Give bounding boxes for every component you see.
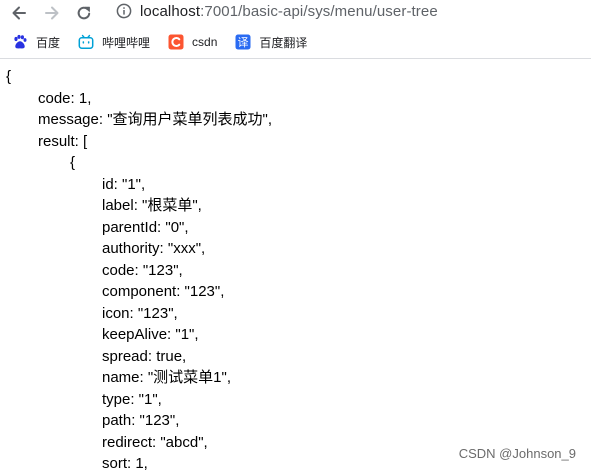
baidu-paw-icon — [12, 34, 28, 50]
reload-icon — [77, 6, 91, 20]
json-line: path: "123", — [102, 412, 180, 429]
baidu-translate-icon: 译 — [235, 34, 251, 50]
toolbar-divider — [0, 58, 591, 59]
reload-button[interactable] — [73, 2, 95, 24]
bookmark-baidu-translate[interactable]: 译 百度翻译 — [235, 34, 307, 51]
json-line: name: "测试菜单1", — [102, 369, 232, 386]
json-line: code: "123", — [102, 261, 183, 279]
back-button[interactable] — [8, 2, 30, 24]
json-line: { — [6, 68, 12, 85]
json-line: message: "查询用户菜单列表成功", — [38, 111, 273, 128]
json-line: result: [ — [38, 132, 88, 150]
json-line: id: "1", — [102, 175, 146, 193]
forward-button[interactable] — [41, 2, 63, 24]
url-path: :7001/basic-api/sys/menu/user-tree — [200, 2, 438, 20]
json-line: authority: "xxx", — [102, 240, 206, 257]
bookmark-label: 百度 — [36, 35, 61, 50]
site-info-icon[interactable] — [116, 3, 132, 19]
bookmark-csdn[interactable]: csdn — [168, 34, 217, 50]
address-bar[interactable]: localhost:7001/basic-api/sys/menu/user-t… — [104, 0, 591, 22]
json-line: spread: true, — [102, 347, 187, 365]
forward-arrow-icon — [45, 6, 59, 20]
svg-text:译: 译 — [238, 36, 249, 49]
back-arrow-icon — [12, 6, 26, 20]
bilibili-tv-icon — [78, 34, 94, 50]
json-viewer: { code: 1, message: "查询用户菜单列表成功", result… — [6, 66, 591, 475]
bookmarks-bar: 百度 哔哩哔哩 csdn 译 百度翻译 — [0, 29, 591, 55]
json-line: icon: "123", — [102, 304, 178, 322]
bookmark-label: 百度翻译 — [259, 35, 308, 50]
csdn-c-icon — [168, 34, 184, 50]
bookmark-label: csdn — [192, 35, 218, 49]
json-line: keepAlive: "1", — [102, 326, 199, 343]
json-line: { — [70, 154, 76, 171]
json-line: code: 1, — [38, 89, 92, 107]
bookmark-label: 哔哩哔哩 — [102, 35, 151, 50]
url-text[interactable]: localhost:7001/basic-api/sys/menu/user-t… — [140, 3, 438, 20]
json-line: parentId: "0", — [102, 218, 189, 236]
bookmark-bilibili[interactable]: 哔哩哔哩 — [78, 34, 150, 51]
json-line: type: "1", — [102, 390, 162, 408]
json-line: label: "根菜单", — [102, 197, 202, 214]
csdn-watermark: CSDN @Johnson_9 — [458, 446, 576, 461]
url-host: localhost — [140, 2, 201, 20]
browser-toolbar: localhost:7001/basic-api/sys/menu/user-t… — [0, 0, 591, 28]
json-line: component: "123", — [102, 283, 225, 300]
bookmark-baidu[interactable]: 百度 — [12, 34, 60, 51]
